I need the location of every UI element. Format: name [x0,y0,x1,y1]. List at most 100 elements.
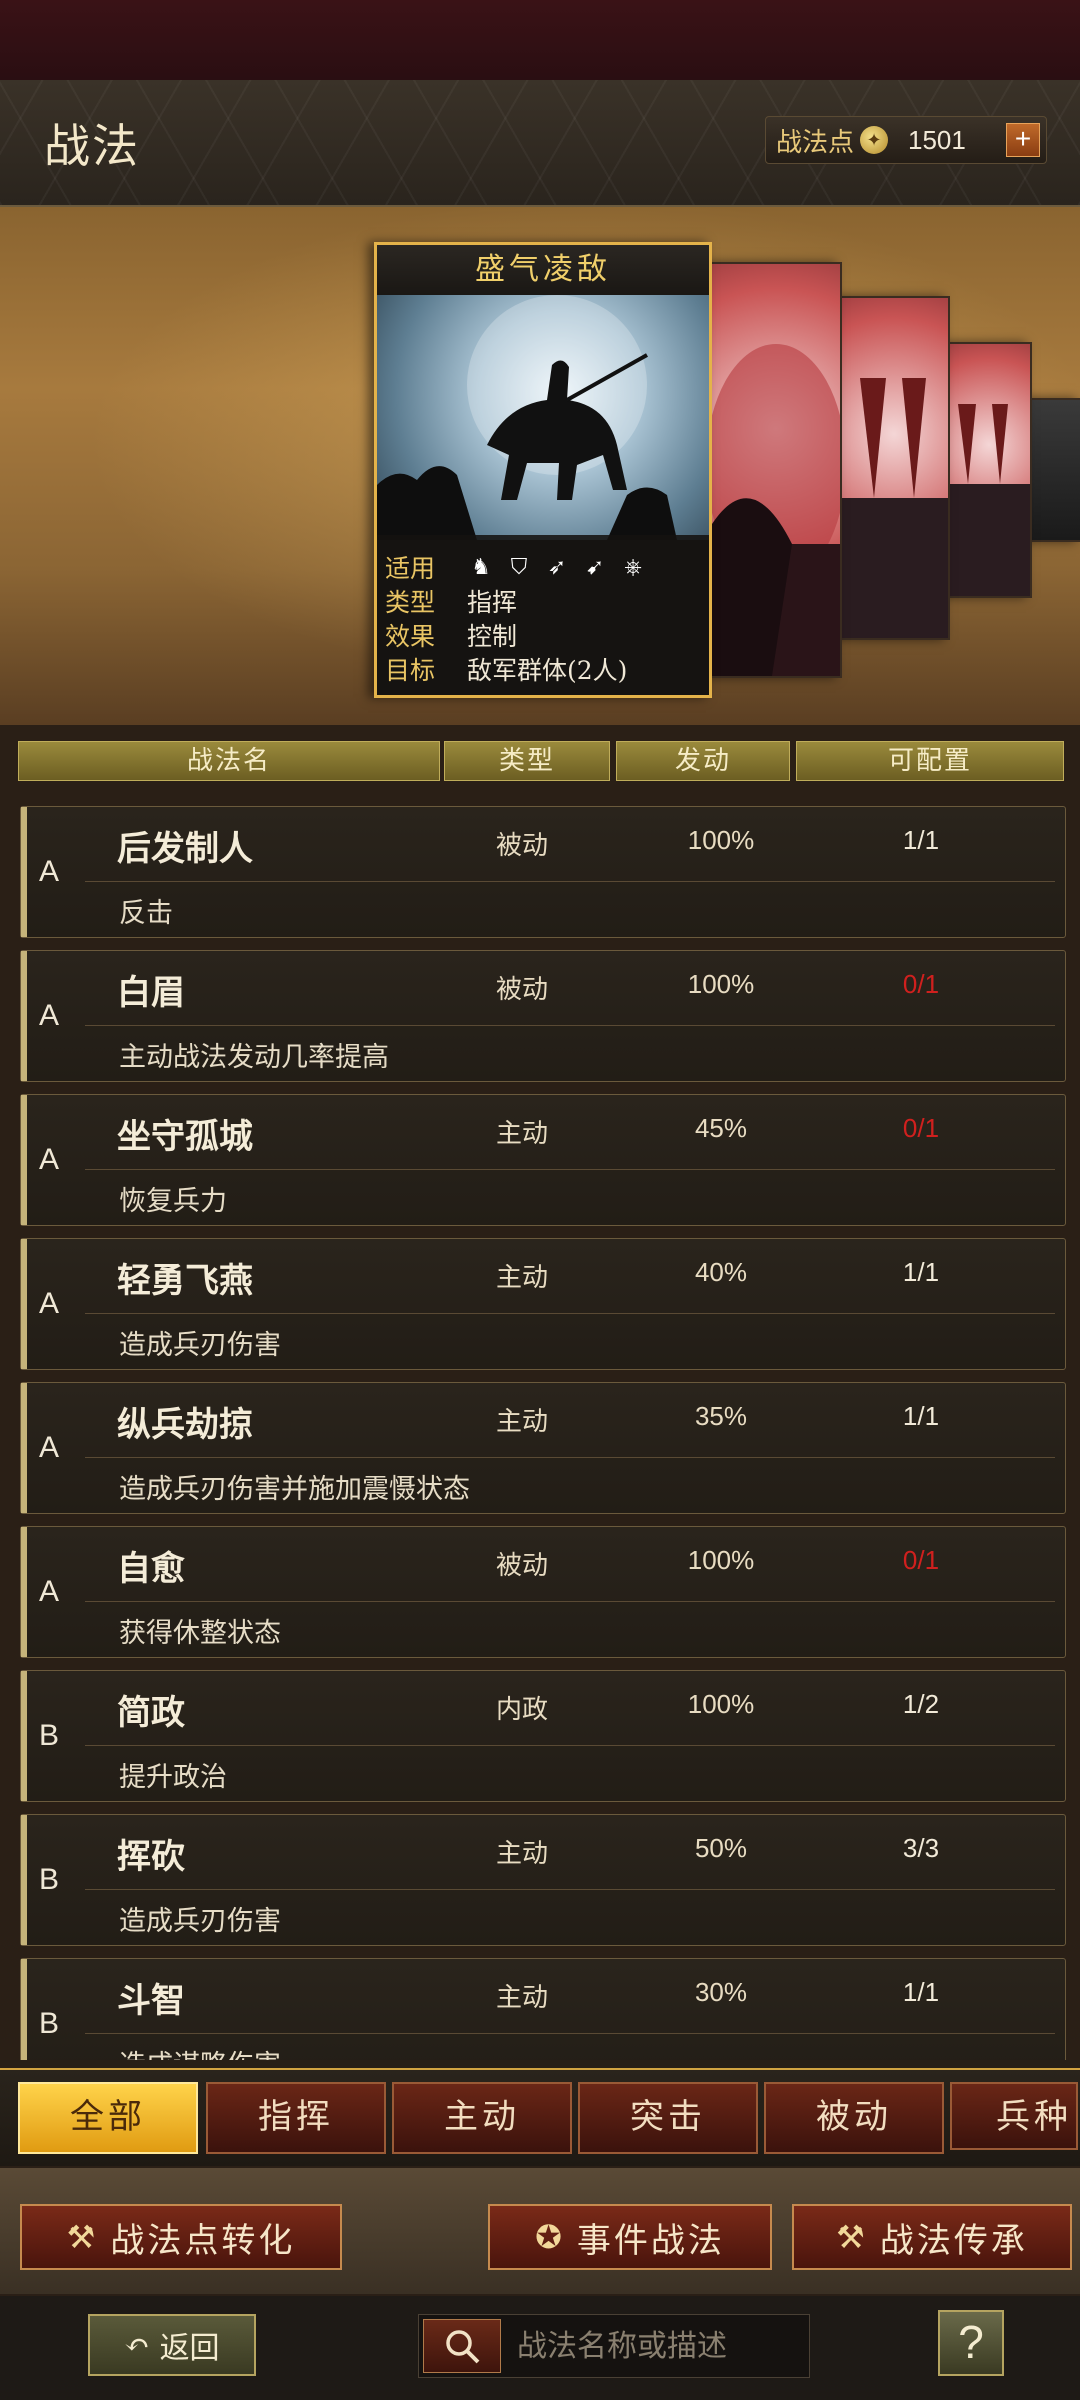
tactic-type: 被动 [496,975,549,1005]
tactic-card-thumb[interactable] [838,296,950,640]
tactic-desc: 造成兵刃伤害并施加震慑状态 [119,1474,470,1505]
back-button[interactable]: ↶ 返回 [88,2314,256,2376]
tactic-row[interactable]: A 坐守孤城 主动 45% 0/1 恢复兵力 [20,1094,1066,1226]
row-divider [85,2033,1055,2034]
troop-icons: ♞ ⛉ ➶ ➹ ⎈ [467,553,647,581]
tab-active[interactable]: 主动 [392,2082,572,2154]
tactic-type: 被动 [496,1551,549,1581]
tactic-row[interactable]: A 轻勇飞燕 主动 40% 1/1 造成兵刃伤害 [20,1238,1066,1370]
featured-card-info: 适用 ♞ ⛉ ➶ ➹ ⎈ 类型 指挥 效果 控制 目标 敌军群体(2人) [377,535,709,695]
row-divider [85,1025,1055,1026]
tactic-desc: 造成谋略伤害 [119,2043,281,2060]
tactic-rate: 50% [694,1833,748,1863]
tactic-card-thumb[interactable] [1030,398,1080,542]
points-label: 战法点 [776,127,855,158]
row-divider [85,1169,1055,1170]
tactic-grade: A [39,1431,60,1464]
search-icon [446,2330,480,2364]
tactic-grade: A [39,1575,60,1608]
tactic-row[interactable]: A 自愈 被动 100% 0/1 获得休整状态 [20,1526,1066,1658]
tab-assault[interactable]: 突击 [578,2082,758,2154]
horseman-silhouette [377,295,677,540]
tactic-desc: 反击 [119,898,173,929]
tactic-name: 斗智 [117,1981,185,2021]
info-value: 敌军群体(2人) [467,656,628,685]
search-button[interactable] [423,2319,501,2373]
column-header-rate[interactable]: 发动 [616,741,790,781]
tab-passive[interactable]: 被动 [764,2082,944,2154]
card-art [948,404,1030,596]
event-tactics-button[interactable]: ✪ 事件战法 [488,2204,772,2270]
inherit-tactic-button[interactable]: ⚒ 战法传承 [792,2204,1072,2270]
row-divider [85,1889,1055,1890]
tactic-type: 被动 [496,831,549,861]
row-accent [21,1239,27,1369]
info-value: 指挥 [467,588,518,617]
row-accent [21,1671,27,1801]
tactic-row[interactable]: B 简政 内政 100% 1/2 提升政治 [20,1670,1066,1802]
tactic-grade: B [39,1719,60,1752]
row-accent [21,951,27,1081]
tactic-type: 内政 [496,1695,549,1725]
tactic-grade: A [39,1287,60,1320]
row-divider [85,1313,1055,1314]
tactic-desc: 造成兵刃伤害 [119,1330,281,1361]
tactic-row[interactable]: A 白眉 被动 100% 0/1 主动战法发动几率提高 [20,950,1066,1082]
tactic-row[interactable]: A 纵兵劫掠 主动 35% 1/1 造成兵刃伤害并施加震慑状态 [20,1382,1066,1514]
page-title: 战法 [44,119,140,173]
tactic-row[interactable]: B 斗智 主动 30% 1/1 造成谋略伤害 [20,1958,1066,2060]
featured-card-art [377,295,709,540]
tactic-grade: B [39,2007,60,2040]
tactic-rate: 100% [687,969,755,999]
search-input[interactable] [515,2323,799,2369]
tactic-name: 轻勇飞燕 [117,1261,253,1301]
featured-tactic-card[interactable]: 盛气凌敌 适用 ♞ ⛉ ➶ ➹ ⎈ 类型 指挥 效果 控制 目标 敌军群体(2人… [374,242,712,698]
add-points-button[interactable]: + [1006,123,1040,157]
coin-icon: ✦ [860,126,889,154]
tab-command[interactable]: 指挥 [206,2082,386,2154]
tactic-grade: A [39,855,60,888]
tactic-name: 自愈 [117,1549,185,1589]
tab-all[interactable]: 全部 [18,2082,198,2154]
row-accent [21,1527,27,1657]
info-row-target: 目标 敌军群体(2人) [385,651,627,687]
tactic-config: 1/1 [902,1977,940,2007]
tab-troop[interactable]: 兵种 [950,2082,1078,2150]
tactic-name: 坐守孤城 [117,1117,253,1157]
convert-points-button[interactable]: ⚒ 战法点转化 [20,2204,342,2270]
row-accent [21,1095,27,1225]
back-arrow-icon: ↶ [124,2327,150,2363]
search-box [418,2314,810,2378]
inherit-tactic-label: 战法传承 [879,2220,1028,2261]
tactic-config: 1/1 [902,825,940,855]
tactic-list[interactable]: A 后发制人 被动 100% 1/1 反击 A 白眉 被动 100% 0/1 主… [0,792,1080,2060]
tactic-desc: 恢复兵力 [119,1186,227,1217]
tactic-desc: 提升政治 [119,1762,227,1793]
tactic-rate: 45% [694,1113,748,1143]
tactic-grade: A [39,999,60,1032]
tactic-config: 0/1 [902,1113,940,1143]
bow-icon: ➶ [547,554,567,580]
card-art [840,378,948,638]
column-header-name[interactable]: 战法名 [18,741,440,781]
tactic-rate: 35% [694,1401,748,1431]
help-button[interactable]: ? [938,2310,1004,2376]
tactic-card-thumb[interactable] [710,262,842,678]
info-key: 效果 [385,622,436,651]
spear-icon: ➹ [585,554,605,580]
column-header-config[interactable]: 可配置 [796,741,1064,781]
tactic-row[interactable]: B 挥砍 主动 50% 3/3 造成兵刃伤害 [20,1814,1066,1946]
info-row-applicable: 适用 ♞ ⛉ ➶ ➹ ⎈ [385,549,647,585]
event-tactics-label: 事件战法 [576,2220,725,2261]
info-row-effect: 效果 控制 [385,617,517,653]
tactic-row[interactable]: A 后发制人 被动 100% 1/1 反击 [20,806,1066,938]
tactic-grade: A [39,1143,60,1176]
column-header-type[interactable]: 类型 [444,741,610,781]
tactic-rate: 100% [687,1689,755,1719]
info-key: 适用 [385,554,436,583]
info-key: 类型 [385,588,436,617]
tactic-config: 3/3 [902,1833,940,1863]
tactic-name: 挥砍 [117,1837,185,1877]
tactic-type: 主动 [496,1119,549,1149]
tactic-card-thumb[interactable] [946,342,1032,598]
